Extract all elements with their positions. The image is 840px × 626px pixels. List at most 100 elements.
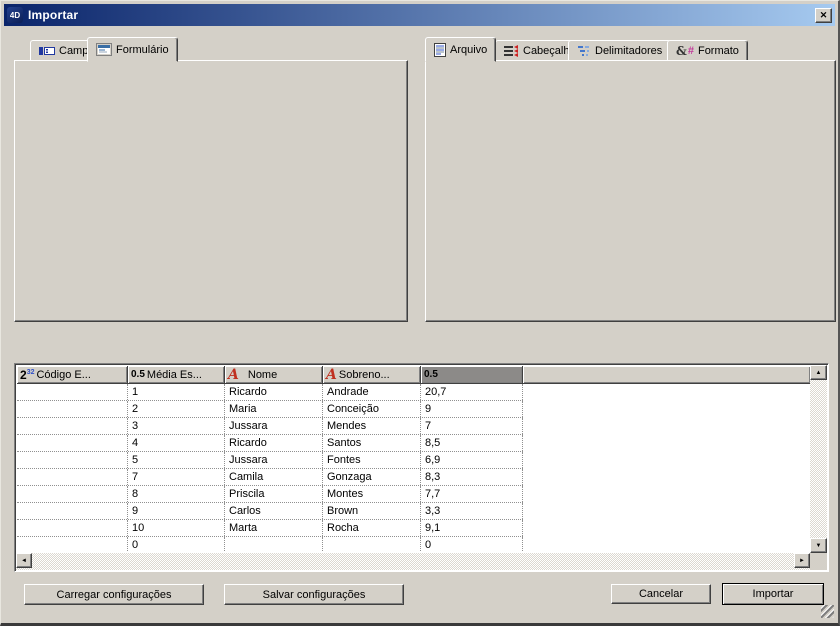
table-row[interactable]: 00 <box>17 537 523 552</box>
tab-arquivo-label: Arquivo <box>450 44 487 56</box>
type-alpha-icon: A <box>326 370 337 380</box>
save-config-button[interactable]: Salvar configurações <box>224 584 404 605</box>
scrollbar-corner <box>810 553 827 570</box>
table-cell <box>323 537 421 552</box>
scroll-right-icon[interactable]: ► <box>794 553 810 568</box>
table-row[interactable]: 4RicardoSantos8,5 <box>17 435 523 452</box>
tab-formato-label: Formato <box>698 45 739 57</box>
close-button[interactable]: ✕ <box>815 8 832 23</box>
table-cell: 2 <box>128 401 225 417</box>
delimiters-icon <box>577 45 591 57</box>
tab-delimitadores[interactable]: Delimitadores <box>568 40 671 61</box>
column-header[interactable]: 232 Código E... <box>17 366 128 384</box>
scroll-left-icon[interactable]: ◄ <box>16 553 32 568</box>
table-cell: 0 <box>128 537 225 552</box>
tab-delimitadores-label: Delimitadores <box>595 45 662 57</box>
table-cell: Maria <box>225 401 323 417</box>
table-cell: Ricardo <box>225 384 323 400</box>
table-cell <box>17 418 128 434</box>
table-cell: Brown <box>323 503 421 519</box>
scroll-up-icon[interactable]: ▲ <box>810 365 827 380</box>
table-cell: 9 <box>421 401 523 417</box>
resize-grip[interactable] <box>821 605 834 618</box>
column-header[interactable]: A Nome <box>225 366 323 384</box>
table-cell: Jussara <box>225 452 323 468</box>
table-cell: Marta <box>225 520 323 536</box>
table-cell: 7 <box>128 469 225 485</box>
column-label: Código E... <box>36 369 90 381</box>
table-cell <box>17 469 128 485</box>
v-scrollbar[interactable]: ▲ ▼ <box>810 365 827 553</box>
table-cell: Carlos <box>225 503 323 519</box>
table-cell: 7,7 <box>421 486 523 502</box>
format-hash-icon: # <box>688 45 694 57</box>
table-cell: Conceição <box>323 401 421 417</box>
right-panel <box>425 60 836 322</box>
left-panel <box>14 60 408 322</box>
table-cell: Rocha <box>323 520 421 536</box>
table-cell: 6,9 <box>421 452 523 468</box>
table-cell: Fontes <box>323 452 421 468</box>
table-cell: Camila <box>225 469 323 485</box>
header-filler <box>523 366 810 384</box>
table-cell: Andrade <box>323 384 421 400</box>
form-icon <box>96 43 112 56</box>
grid-header: 232 Código E... 0.5 Média Es... A Nome A… <box>17 366 810 384</box>
table-cell: 8 <box>128 486 225 502</box>
tab-formato[interactable]: & # Formato <box>667 40 748 61</box>
scroll-down-icon[interactable]: ▼ <box>810 538 827 553</box>
tab-arquivo[interactable]: Arquivo <box>425 37 496 62</box>
tab-formulario[interactable]: Formulário <box>87 37 178 62</box>
header-lines-icon <box>504 44 519 57</box>
table-cell: Santos <box>323 435 421 451</box>
grid-body: 1RicardoAndrade20,72MariaConceição93Juss… <box>17 384 810 552</box>
table-cell <box>17 520 128 536</box>
table-cell <box>17 384 128 400</box>
table-cell: 9,1 <box>421 520 523 536</box>
table-cell: 3,3 <box>421 503 523 519</box>
table-cell: 8,5 <box>421 435 523 451</box>
table-row[interactable]: 7CamilaGonzaga8,3 <box>17 469 523 486</box>
table-cell <box>17 486 128 502</box>
table-cell: Priscila <box>225 486 323 502</box>
column-header[interactable]: A Sobreno... <box>323 366 421 384</box>
table-row[interactable]: 3JussaraMendes7 <box>17 418 523 435</box>
document-icon <box>434 43 446 57</box>
title-bar[interactable]: 4D Importar ✕ <box>4 4 835 26</box>
h-scrollbar[interactable]: ◄ ► <box>16 553 810 570</box>
table-row[interactable]: 8PriscilaMontes7,7 <box>17 486 523 503</box>
table-cell <box>17 503 128 519</box>
cancel-button[interactable]: Cancelar <box>611 584 711 604</box>
fields-icon <box>39 45 55 57</box>
table-cell: 10 <box>128 520 225 536</box>
column-label: Média Es... <box>147 369 202 381</box>
table-cell <box>17 452 128 468</box>
load-config-button[interactable]: Carregar configurações <box>24 584 204 605</box>
table-cell: 9 <box>128 503 225 519</box>
format-icon: & <box>676 44 687 58</box>
table-row[interactable]: 2MariaConceição9 <box>17 401 523 418</box>
table-cell: Montes <box>323 486 421 502</box>
table-cell <box>17 401 128 417</box>
column-label: Sobreno... <box>339 369 390 381</box>
column-header-selected[interactable]: 0.5 <box>421 366 523 384</box>
table-row[interactable]: 9CarlosBrown3,3 <box>17 503 523 520</box>
table-cell: 1 <box>128 384 225 400</box>
table-row[interactable]: 5JussaraFontes6,9 <box>17 452 523 469</box>
table-cell: 8,3 <box>421 469 523 485</box>
window-title: Importar <box>28 8 78 22</box>
table-cell: 0 <box>421 537 523 552</box>
import-button[interactable]: Importar <box>722 583 824 605</box>
type-real-icon: 0.5 <box>131 369 145 380</box>
table-cell: 5 <box>128 452 225 468</box>
type-integer-icon: 232 <box>20 368 34 382</box>
table-row[interactable]: 1RicardoAndrade20,7 <box>17 384 523 401</box>
import-dialog-window: 4D Importar ✕ Campos Formulário Arquivo … <box>0 0 840 626</box>
table-cell: 7 <box>421 418 523 434</box>
column-header[interactable]: 0.5 Média Es... <box>128 366 225 384</box>
table-row[interactable]: 10MartaRocha9,1 <box>17 520 523 537</box>
table-cell: 4 <box>128 435 225 451</box>
table-cell: Ricardo <box>225 435 323 451</box>
table-cell: Mendes <box>323 418 421 434</box>
column-label: Nome <box>248 369 277 381</box>
